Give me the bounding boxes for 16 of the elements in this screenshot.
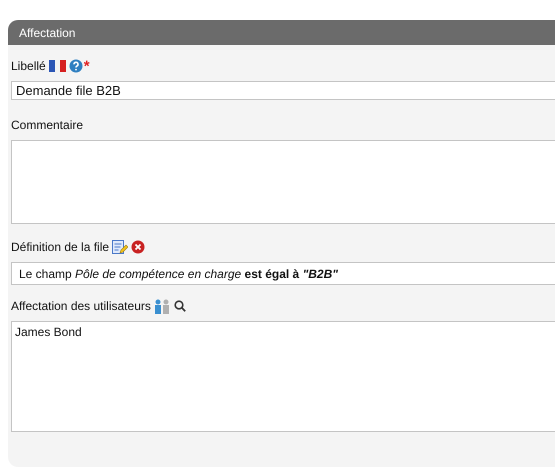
input-field[interactable]: Demande file B2B <box>11 81 555 100</box>
panel-title: Affectation <box>19 26 76 40</box>
edit-icon[interactable] <box>112 240 128 254</box>
field-label: Affectation des utilisateurs <box>11 299 151 313</box>
field-label: Définition de la file <box>11 240 110 254</box>
field-label: Libellé <box>11 59 46 73</box>
french-flag-icon <box>48 60 66 72</box>
delete-icon[interactable] <box>131 240 146 254</box>
required-asterisk: * <box>84 58 90 74</box>
search-icon[interactable] <box>174 300 186 312</box>
textarea-field[interactable] <box>11 140 555 224</box>
user-name: James Bond <box>15 325 82 339</box>
field-label: Commentaire <box>11 118 84 132</box>
condition-text: Le champ Pôle de compétence en charge est égal à "B2B" <box>19 266 338 280</box>
users-field[interactable]: James Bond <box>11 321 555 432</box>
help-icon[interactable] <box>68 59 83 73</box>
